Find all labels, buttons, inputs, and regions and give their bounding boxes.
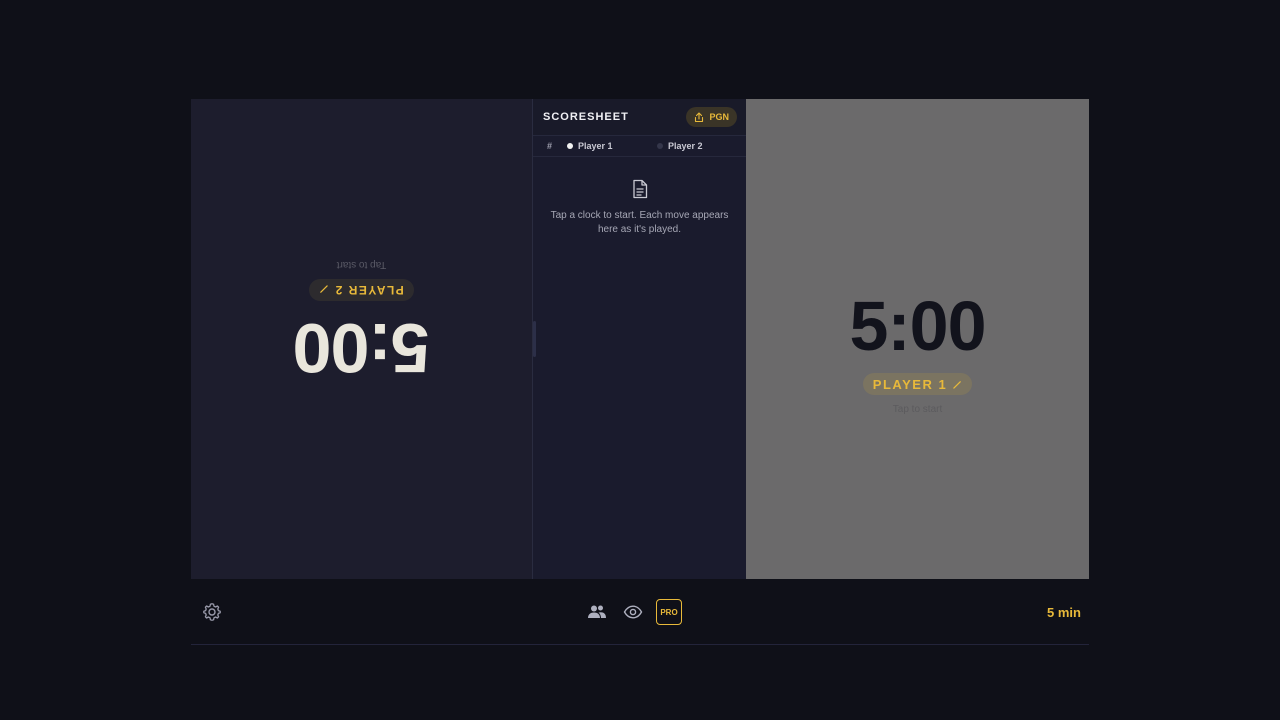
player2-clock-panel[interactable]: 5:00 PLAYER 2 Tap to start: [191, 99, 533, 579]
player1-time: 5:00: [849, 287, 986, 365]
center-controls: PRO: [584, 599, 682, 625]
player2-time: 5:00: [293, 309, 430, 387]
spectate-button[interactable]: [620, 599, 646, 625]
clock-board: 5:00 PLAYER 2 Tap to start SCORESHEET PG…: [191, 99, 1089, 579]
column-move-number: #: [547, 141, 553, 151]
time-control-button[interactable]: 5 min: [1047, 605, 1081, 620]
column-player1: Player 1: [567, 141, 657, 151]
player2-name-label: PLAYER 2: [334, 283, 404, 297]
player2-name-pill[interactable]: PLAYER 2: [309, 279, 414, 301]
column-player1-label: Player 1: [578, 141, 613, 151]
chess-clock-app: 5:00 PLAYER 2 Tap to start SCORESHEET PG…: [191, 99, 1089, 646]
pro-button[interactable]: PRO: [656, 599, 682, 625]
scoresheet-column-headers: # Player 1 Player 2: [533, 136, 746, 157]
white-piece-dot: [567, 143, 573, 149]
share-icon: [695, 111, 704, 122]
gear-icon[interactable]: [202, 602, 222, 622]
column-player2: Player 2: [657, 141, 703, 151]
player1-name-label: PLAYER 1: [872, 376, 948, 392]
black-piece-dot: [657, 143, 663, 149]
pro-label: PRO: [660, 607, 678, 617]
scoresheet-header: SCORESHEET PGN: [533, 99, 746, 136]
scoresheet-empty-message: Tap a clock to start. Each move appears …: [550, 210, 729, 235]
player1-tap-hint: Tap to start: [892, 404, 943, 415]
column-player2-label: Player 2: [668, 141, 703, 151]
pgn-export-button[interactable]: PGN: [686, 107, 737, 127]
scoresheet-panel: SCORESHEET PGN # Player 1 Player 2 Tap a…: [533, 99, 746, 579]
player2-clock-rotated: 5:00 PLAYER 2 Tap to start: [191, 99, 532, 579]
eye-icon: [623, 605, 643, 619]
player1-name-pill[interactable]: PLAYER 1: [862, 373, 973, 395]
bottom-toolbar: PRO 5 min: [191, 579, 1089, 645]
pencil-icon: [320, 285, 328, 294]
pgn-export-label: PGN: [709, 112, 729, 122]
player1-clock-content: 5:00 PLAYER 1 Tap to start: [746, 291, 1089, 415]
players-button[interactable]: [584, 599, 610, 625]
users-icon: [588, 605, 606, 618]
player2-tap-hint: Tap to start: [336, 259, 387, 270]
scoresheet-empty-state: Tap a clock to start. Each move appears …: [533, 157, 746, 237]
pencil-icon: [953, 380, 962, 389]
document-icon: [632, 179, 647, 199]
scoresheet-title: SCORESHEET: [543, 111, 629, 123]
scoresheet-resize-handle[interactable]: [533, 321, 536, 357]
player2-clock-content: 5:00 PLAYER 2 Tap to start: [191, 259, 532, 387]
player1-clock-panel[interactable]: 5:00 PLAYER 1 Tap to start: [746, 99, 1089, 579]
